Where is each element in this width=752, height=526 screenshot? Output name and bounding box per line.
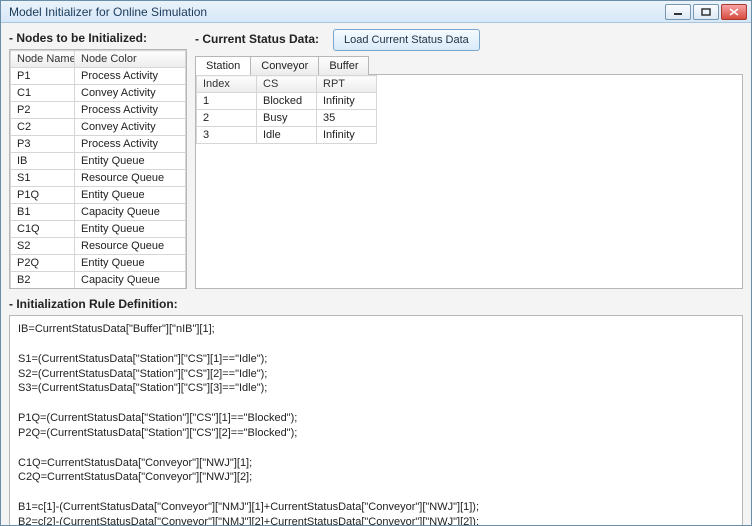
node-color-cell: Process Activity — [75, 102, 186, 119]
station-table: Index CS RPT 1BlockedInfinity2Busy353Idl… — [196, 75, 377, 144]
status-header: - Current Status Data: Load Current Stat… — [195, 29, 743, 51]
station-cell-rpt: Infinity — [317, 93, 377, 110]
node-name-cell: B1 — [11, 204, 75, 221]
node-name-cell: C2 — [11, 119, 75, 136]
node-name-cell: IB — [11, 153, 75, 170]
close-button[interactable] — [721, 4, 747, 20]
top-row: - Nodes to be Initialized: Node Name Nod… — [9, 29, 743, 289]
status-title: - Current Status Data: — [195, 32, 319, 46]
table-row[interactable]: B1Capacity Queue — [11, 204, 186, 221]
window-title: Model Initializer for Online Simulation — [5, 5, 665, 19]
maximize-button[interactable] — [693, 4, 719, 20]
node-color-cell: Capacity Queue — [75, 204, 186, 221]
table-row[interactable]: C1Convey Activity — [11, 85, 186, 102]
node-color-cell: Entity Queue — [75, 153, 186, 170]
status-inner: Station Conveyor Buffer Index CS RPT — [195, 51, 743, 289]
node-name-cell: B2 — [11, 272, 75, 289]
node-color-cell: Convey Activity — [75, 119, 186, 136]
node-name-cell: P2Q — [11, 255, 75, 272]
nodes-title: - Nodes to be Initialized: — [9, 31, 187, 45]
station-header-cs[interactable]: CS — [257, 76, 317, 93]
node-name-cell: C1 — [11, 85, 75, 102]
tab-station[interactable]: Station — [195, 56, 251, 75]
minimize-icon — [673, 8, 683, 16]
station-cell-rpt: 35 — [317, 110, 377, 127]
tab-conveyor[interactable]: Conveyor — [250, 56, 319, 75]
node-name-cell: P2 — [11, 102, 75, 119]
table-row[interactable]: P2Process Activity — [11, 102, 186, 119]
station-cell-rpt: Infinity — [317, 127, 377, 144]
station-cell-index: 3 — [197, 127, 257, 144]
status-panel: - Current Status Data: Load Current Stat… — [195, 29, 743, 289]
table-row[interactable]: IBEntity Queue — [11, 153, 186, 170]
close-icon — [729, 8, 739, 16]
minimize-button[interactable] — [665, 4, 691, 20]
app-window: Model Initializer for Online Simulation … — [0, 0, 752, 526]
node-color-cell: Resource Queue — [75, 238, 186, 255]
content-area: - Nodes to be Initialized: Node Name Nod… — [1, 23, 751, 525]
nodes-panel: - Nodes to be Initialized: Node Name Nod… — [9, 29, 187, 289]
table-row[interactable]: C2Convey Activity — [11, 119, 186, 136]
station-cell-cs: Busy — [257, 110, 317, 127]
maximize-icon — [701, 8, 711, 16]
status-tab-body: Index CS RPT 1BlockedInfinity2Busy353Idl… — [195, 74, 743, 289]
table-row[interactable]: S1Resource Queue — [11, 170, 186, 187]
node-color-cell: Entity Queue — [75, 221, 186, 238]
titlebar: Model Initializer for Online Simulation — [1, 1, 751, 23]
load-status-button[interactable]: Load Current Status Data — [333, 29, 480, 51]
status-tabs: Station Conveyor Buffer — [195, 55, 743, 74]
nodes-header-color[interactable]: Node Color — [75, 51, 186, 68]
station-header-index[interactable]: Index — [197, 76, 257, 93]
table-row[interactable]: C1QEntity Queue — [11, 221, 186, 238]
nodes-table-wrap: Node Name Node Color P1Process ActivityC… — [9, 49, 187, 289]
station-cell-cs: Idle — [257, 127, 317, 144]
node-name-cell: S2 — [11, 238, 75, 255]
nodes-scroll[interactable]: Node Name Node Color P1Process ActivityC… — [10, 50, 186, 288]
nodes-header-name[interactable]: Node Name — [11, 51, 75, 68]
table-row[interactable]: P2QEntity Queue — [11, 255, 186, 272]
rule-textarea[interactable]: IB=CurrentStatusData["Buffer"]["nIB"][1]… — [9, 315, 743, 525]
window-controls — [665, 4, 747, 20]
rule-panel: - Initialization Rule Definition: IB=Cur… — [9, 295, 743, 525]
table-row[interactable]: S2Resource Queue — [11, 238, 186, 255]
node-name-cell: S1 — [11, 170, 75, 187]
node-name-cell: P1 — [11, 68, 75, 85]
station-cell-index: 2 — [197, 110, 257, 127]
node-color-cell: Resource Queue — [75, 170, 186, 187]
node-color-cell: Capacity Queue — [75, 272, 186, 289]
node-name-cell: C1Q — [11, 221, 75, 238]
node-color-cell: Entity Queue — [75, 255, 186, 272]
nodes-table: Node Name Node Color P1Process ActivityC… — [10, 50, 186, 288]
table-row[interactable]: P1QEntity Queue — [11, 187, 186, 204]
tab-buffer[interactable]: Buffer — [318, 56, 369, 75]
table-row[interactable]: P1Process Activity — [11, 68, 186, 85]
table-row[interactable]: 2Busy35 — [197, 110, 377, 127]
node-color-cell: Process Activity — [75, 136, 186, 153]
station-header-rpt[interactable]: RPT — [317, 76, 377, 93]
rule-title: - Initialization Rule Definition: — [9, 297, 743, 311]
node-color-cell: Process Activity — [75, 68, 186, 85]
table-row[interactable]: B2Capacity Queue — [11, 272, 186, 289]
station-cell-index: 1 — [197, 93, 257, 110]
node-name-cell: P3 — [11, 136, 75, 153]
node-color-cell: Convey Activity — [75, 85, 186, 102]
table-row[interactable]: P3Process Activity — [11, 136, 186, 153]
table-row[interactable]: 3IdleInfinity — [197, 127, 377, 144]
node-name-cell: P1Q — [11, 187, 75, 204]
table-row[interactable]: 1BlockedInfinity — [197, 93, 377, 110]
node-color-cell: Entity Queue — [75, 187, 186, 204]
station-cell-cs: Blocked — [257, 93, 317, 110]
